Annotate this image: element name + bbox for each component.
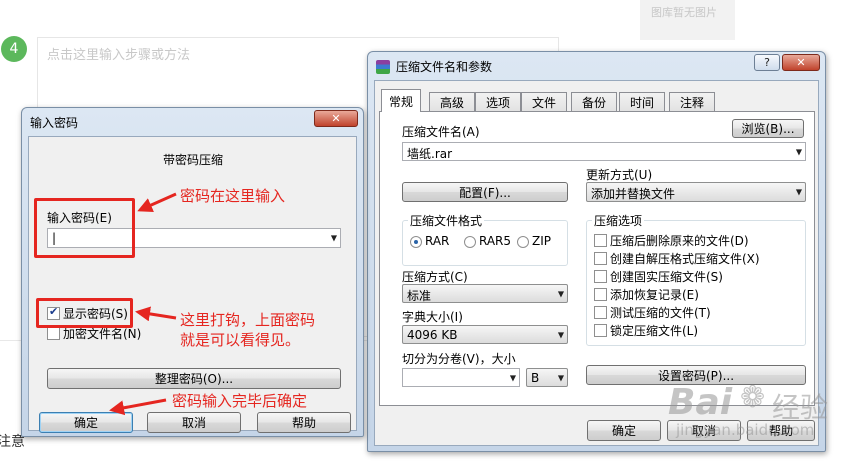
help-title-button[interactable]: ?: [754, 54, 780, 71]
tab-comment[interactable]: 注释: [669, 92, 715, 111]
method-label: 压缩方式(C): [402, 270, 468, 284]
chevron-down-icon[interactable]: ▼: [558, 330, 564, 339]
organize-passwords-button[interactable]: 整理密码(O)...: [47, 368, 341, 389]
option-sfx-label[interactable]: 创建自解压格式压缩文件(X): [610, 250, 760, 267]
password-heading: 带密码压缩: [163, 153, 224, 167]
format-zip-radio[interactable]: [517, 236, 529, 248]
update-mode-value: 添加并替换文件: [591, 187, 676, 201]
update-mode-select[interactable]: 添加并替换文件 ▼: [586, 182, 806, 202]
baidu-watermark-brand2: 经验: [772, 391, 829, 424]
option-solid-label[interactable]: 创建固实压缩文件(S): [610, 268, 723, 285]
option-solid-checkbox[interactable]: [594, 270, 607, 283]
format-rar-radio[interactable]: [410, 236, 422, 248]
format-rar-label[interactable]: RAR: [425, 234, 449, 248]
archive-dialog-title: 压缩文件名和参数: [396, 60, 493, 74]
option-test-checkbox[interactable]: [594, 306, 607, 319]
option-lock-checkbox[interactable]: [594, 324, 607, 337]
archive-name-input[interactable]: 墙纸.rar ▼: [402, 142, 806, 161]
split-label: 切分为分卷(V)，大小: [402, 352, 516, 366]
annotation-enter-password: 密码在这里输入: [180, 187, 286, 205]
option-recovery-checkbox[interactable]: [594, 288, 607, 301]
password-dialog-body: 带密码压缩 输入密码(E) | ▼ 显示密码(S) 加密文件名(N) 整理密码(…: [28, 136, 357, 433]
option-lock-label[interactable]: 锁定压缩文件(L): [610, 322, 698, 339]
baidu-watermark-brand: Bai: [668, 382, 733, 423]
option-delete-checkbox[interactable]: [594, 234, 607, 247]
options-group-title: 压缩选项: [592, 212, 645, 229]
annotation-confirm: 密码输入完毕后确定: [172, 392, 308, 410]
chevron-down-icon[interactable]: ▼: [510, 373, 516, 382]
step-number-badge: 4: [1, 36, 27, 62]
chevron-down-icon[interactable]: ▼: [796, 188, 802, 197]
close-icon[interactable]: ✕: [782, 54, 820, 71]
no-image-text: 图库暂无图片: [651, 6, 717, 19]
archive-name-label: 压缩文件名(A): [402, 125, 480, 139]
close-icon[interactable]: ✕: [314, 110, 358, 127]
method-value: 标准: [407, 289, 432, 303]
tab-page: 压缩文件名(A) 浏览(B)... 墙纸.rar ▼ 更新方式(U) 添加并替换…: [379, 111, 815, 406]
show-password-highlight-box: [36, 298, 133, 328]
split-size-input[interactable]: ▼: [402, 368, 520, 387]
tab-backup[interactable]: 备份: [571, 92, 617, 111]
dict-select[interactable]: 4096 KB ▼: [402, 325, 568, 344]
chevron-down-icon[interactable]: ▼: [796, 147, 802, 156]
step-placeholder: 点击这里输入步骤或方法: [47, 48, 191, 63]
encrypt-names-checkbox[interactable]: [47, 327, 60, 340]
format-group-title: 压缩文件格式: [408, 212, 485, 229]
split-unit-select[interactable]: B ▼: [526, 368, 568, 387]
chevron-down-icon[interactable]: ▼: [558, 373, 564, 382]
option-delete-label[interactable]: 压缩后删除原来的文件(D): [610, 232, 749, 249]
option-sfx-checkbox[interactable]: [594, 252, 607, 265]
tab-options[interactable]: 选项: [475, 92, 521, 111]
profile-button[interactable]: 配置(F)...: [402, 182, 568, 202]
tab-general[interactable]: 常规: [381, 89, 421, 112]
password-dialog: 输入密码 ✕ 带密码压缩 输入密码(E) | ▼ 显示密码(S) 加密文件名(N…: [21, 107, 364, 437]
winrar-icon: [376, 60, 390, 74]
paw-icon: ❁: [740, 380, 766, 415]
password-dialog-title: 输入密码: [30, 116, 79, 130]
update-mode-label: 更新方式(U): [586, 168, 653, 182]
annotation-check-line2: 就是可以看得见。: [180, 331, 301, 349]
password-cancel-button[interactable]: 取消: [147, 412, 241, 433]
password-help-button[interactable]: 帮助: [257, 412, 351, 433]
browse-button[interactable]: 浏览(B)...: [732, 119, 804, 138]
tab-time[interactable]: 时间: [619, 92, 665, 111]
chevron-down-icon[interactable]: ▼: [331, 234, 337, 243]
option-test-label[interactable]: 测试压缩的文件(T): [610, 304, 711, 321]
password-highlight-box: [34, 198, 135, 258]
method-select[interactable]: 标准 ▼: [402, 284, 568, 303]
format-rar5-radio[interactable]: [464, 236, 476, 248]
baidu-watermark-url: jingyan.baidu.com: [676, 421, 815, 439]
dict-value: 4096 KB: [407, 328, 458, 342]
format-rar5-label[interactable]: RAR5: [479, 234, 511, 248]
archive-name-value: 墙纸.rar: [407, 147, 453, 161]
split-unit-value: B: [531, 371, 540, 385]
annotation-check-line1: 这里打钩，上面密码: [180, 311, 316, 329]
chevron-down-icon[interactable]: ▼: [558, 289, 564, 298]
tab-files[interactable]: 文件: [521, 92, 567, 111]
dict-label: 字典大小(I): [402, 310, 463, 324]
tab-advanced[interactable]: 高级: [429, 92, 475, 111]
password-ok-button[interactable]: 确定: [39, 412, 133, 433]
format-zip-label[interactable]: ZIP: [532, 234, 551, 248]
archive-ok-button[interactable]: 确定: [587, 420, 661, 441]
option-recovery-label[interactable]: 添加恢复记录(E): [610, 286, 699, 303]
